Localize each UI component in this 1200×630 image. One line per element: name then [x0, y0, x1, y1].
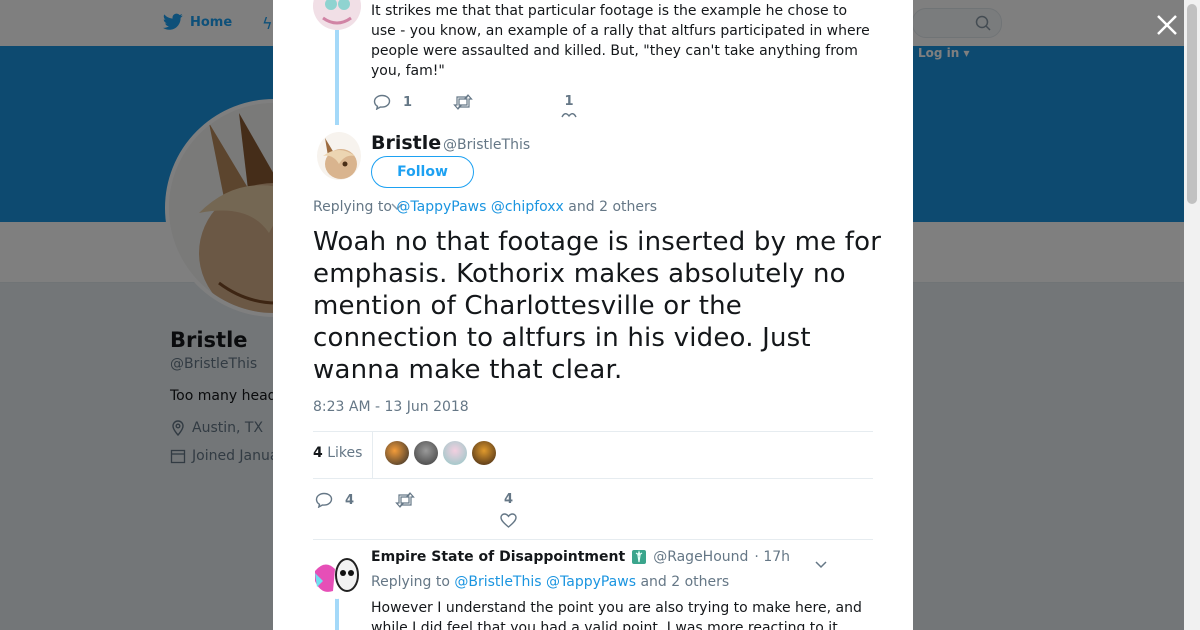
retweet-button[interactable]: [395, 492, 415, 508]
follow-button[interactable]: Follow: [371, 156, 474, 188]
likes-count: 4: [313, 445, 323, 461]
chevron-down-icon[interactable]: [815, 554, 827, 573]
likes-label: Likes: [327, 445, 363, 461]
close-icon[interactable]: [1154, 12, 1180, 38]
prev-reply-count: 1: [403, 94, 413, 110]
retweet-icon: [453, 94, 473, 110]
replying-to: Replying to @TappyPaws @chipfoxx and 2 o…: [313, 199, 657, 215]
mention-link[interactable]: @chipfoxx: [491, 199, 564, 215]
prev-tweet-text: It strikes me that that particular foota…: [371, 3, 870, 79]
reply-author-name: Empire State of Disappointment: [371, 549, 626, 565]
reply-button[interactable]: 4: [315, 492, 354, 508]
tweet-modal: It strikes me that that particular foota…: [273, 0, 913, 630]
divider: [313, 478, 873, 479]
author-avatar[interactable]: [317, 132, 361, 180]
prev-retweet-button[interactable]: [453, 94, 473, 110]
statue-of-liberty-icon: [632, 550, 647, 564]
reply-icon: [315, 492, 333, 508]
reply-author[interactable]: Empire State of Disappointment @RageHoun…: [371, 549, 790, 565]
liker-avatar[interactable]: [385, 441, 409, 465]
reply-icon: [373, 94, 391, 110]
liker-avatar[interactable]: [443, 441, 467, 465]
reply-author-avatar[interactable]: [313, 551, 361, 599]
replying-to-prefix: Replying to: [313, 199, 392, 215]
scrollbar-thumb[interactable]: [1187, 4, 1197, 204]
heart-icon: [561, 113, 577, 118]
thread-line: [335, 598, 339, 630]
tweet-timestamp[interactable]: 8:23 AM - 13 Jun 2018: [313, 399, 469, 415]
prev-like-count: 1: [564, 94, 574, 109]
prev-reply-button[interactable]: 1: [373, 94, 412, 110]
heart-icon: [500, 513, 517, 528]
prev-tweet-avatar[interactable]: [313, 0, 361, 30]
divider: [313, 539, 873, 540]
like-count: 4: [503, 492, 514, 507]
liker-avatar[interactable]: [472, 441, 496, 465]
likes-stat[interactable]: 4 Likes: [313, 445, 362, 461]
stat-divider: [372, 432, 373, 478]
retweet-icon: [395, 492, 415, 508]
author-handle[interactable]: @BristleThis: [443, 137, 530, 153]
prev-like-button[interactable]: 1: [561, 94, 577, 119]
mention-link[interactable]: @TappyPaws: [546, 574, 636, 590]
tweet-text: Woah no that footage is inserted by me f…: [313, 227, 882, 385]
thread-line: [335, 30, 339, 125]
reply-author-handle: @RageHound: [653, 549, 749, 565]
like-button[interactable]: 4: [500, 492, 517, 528]
page-scrollbar[interactable]: [1184, 0, 1200, 630]
liker-avatar[interactable]: [414, 441, 438, 465]
replying-to-suffix[interactable]: and 2 others: [568, 199, 657, 215]
replying-to-suffix[interactable]: and 2 others: [640, 574, 729, 590]
liker-avatars: [385, 441, 496, 465]
reply-count: 4: [345, 492, 355, 508]
divider: [313, 431, 873, 432]
reply-time[interactable]: · 17h: [754, 549, 790, 565]
reply-tweet-text: However I understand the point you are a…: [371, 600, 862, 630]
mention-link[interactable]: @TappyPaws: [396, 199, 486, 215]
replying-to-prefix: Replying to: [371, 574, 450, 590]
author-name[interactable]: Bristle: [371, 132, 441, 154]
mention-link[interactable]: @BristleThis: [454, 574, 541, 590]
reply-replying-to: Replying to @BristleThis @TappyPaws and …: [371, 574, 729, 590]
